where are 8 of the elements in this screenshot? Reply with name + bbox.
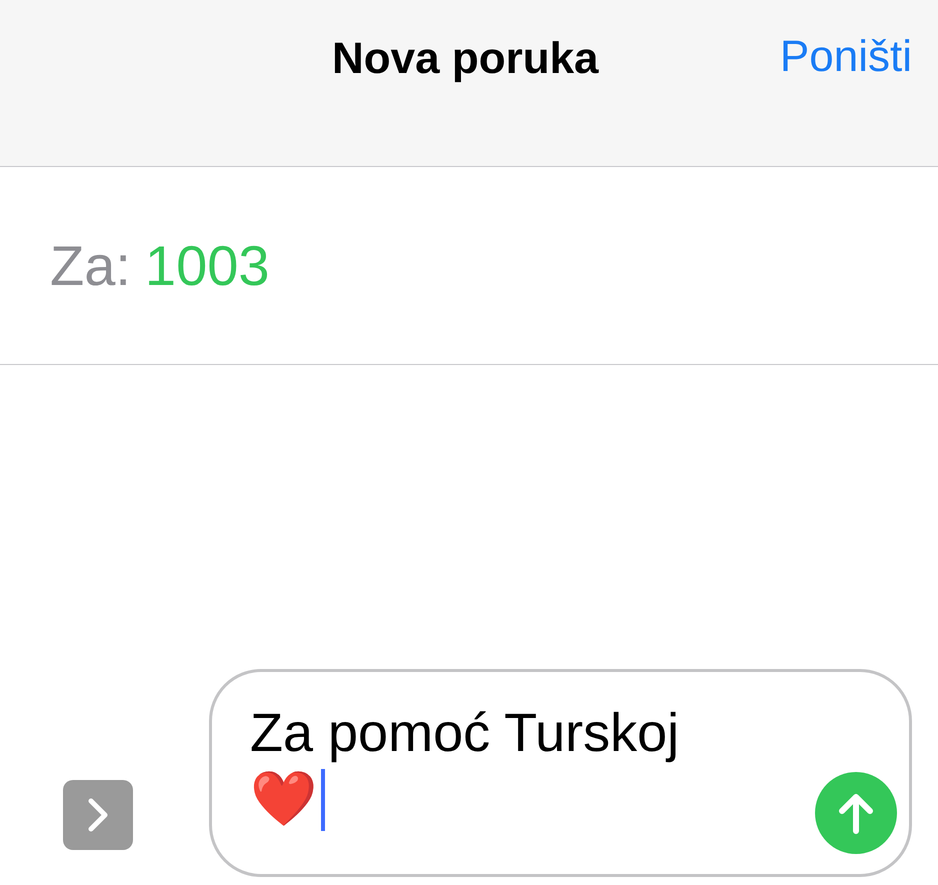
window-title: Nova poruka	[332, 33, 599, 85]
cancel-button[interactable]: Poništi	[780, 24, 912, 90]
message-field[interactable]: Za pomoć Turskoj ❤	[209, 669, 912, 877]
message-text: Za pomoć Turskoj	[250, 703, 680, 763]
recipient-label: Za:	[50, 232, 131, 298]
recipient-field[interactable]: 1003	[144, 224, 270, 308]
expand-button[interactable]	[63, 780, 133, 850]
heart-emoji: ❤	[250, 767, 317, 830]
